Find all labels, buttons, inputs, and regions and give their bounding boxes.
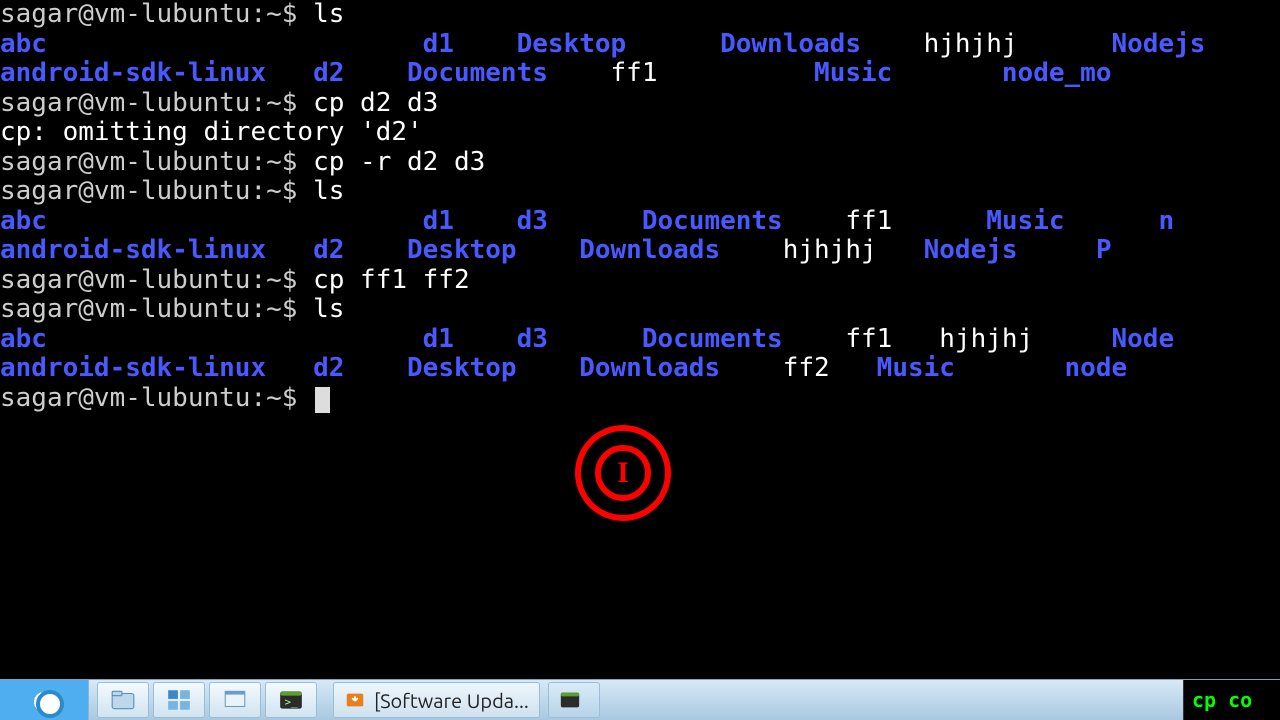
terminal-line: sagar@vm-lubuntu:~$ <box>0 384 1280 414</box>
cursor <box>315 387 330 413</box>
taskbar-task-label: [Software Upda... <box>374 689 529 712</box>
taskbar: >_ [Software Upda... cp co <box>0 679 1280 720</box>
taskbar-task-software-updater[interactable]: [Software Upda... <box>333 682 540 718</box>
terminal-line: sagar@vm-lubuntu:~$ cp d2 d3 <box>0 89 1280 119</box>
click-indicator: I <box>575 425 671 521</box>
update-icon <box>344 689 366 711</box>
terminal-output[interactable]: sagar@vm-lubuntu:~$ lsabc d1 Desktop Dow… <box>0 0 1280 680</box>
launcher-file-manager[interactable] <box>97 682 149 718</box>
terminal-line: sagar@vm-lubuntu:~$ ls <box>0 177 1280 207</box>
ibeam-cursor-icon: I <box>617 458 629 488</box>
terminal-line: cp: omitting directory 'd2' <box>0 118 1280 148</box>
launcher-workspace-switcher[interactable] <box>153 682 205 718</box>
terminal-line: android-sdk-linux d2 Documents ff1 Music… <box>0 59 1280 89</box>
terminal-line: android-sdk-linux d2 Desktop Downloads f… <box>0 354 1280 384</box>
terminal-line: sagar@vm-lubuntu:~$ cp -r d2 d3 <box>0 148 1280 178</box>
taskbar-right-overlay: cp co <box>1183 680 1280 720</box>
terminal-line: abc d1 d3 Documents ff1 Music n <box>0 207 1280 237</box>
switcher-icon <box>164 687 194 713</box>
terminal-line: sagar@vm-lubuntu:~$ ls <box>0 295 1280 325</box>
terminal-icon <box>559 689 581 711</box>
terminal-line: android-sdk-linux d2 Desktop Downloads h… <box>0 236 1280 266</box>
terminal-line: abc d1 Desktop Downloads hjhjhj Nodejs <box>0 30 1280 60</box>
terminal-line: abc d1 d3 Documents ff1 hjhjhj Node <box>0 325 1280 355</box>
terminal-line: sagar@vm-lubuntu:~$ ls <box>0 0 1280 30</box>
terminal-icon: >_ <box>276 687 306 713</box>
launcher-show-desktop[interactable] <box>209 682 261 718</box>
taskbar-task-terminal[interactable] <box>548 682 600 718</box>
launcher-terminal[interactable]: >_ <box>265 682 317 718</box>
start-menu-button[interactable] <box>0 680 89 720</box>
terminal-line: sagar@vm-lubuntu:~$ cp ff1 ff2 <box>0 266 1280 296</box>
svg-text:>_: >_ <box>285 695 299 708</box>
quick-launch: >_ <box>89 682 325 718</box>
minimize-all-icon <box>220 687 250 713</box>
file-manager-icon <box>108 687 138 713</box>
